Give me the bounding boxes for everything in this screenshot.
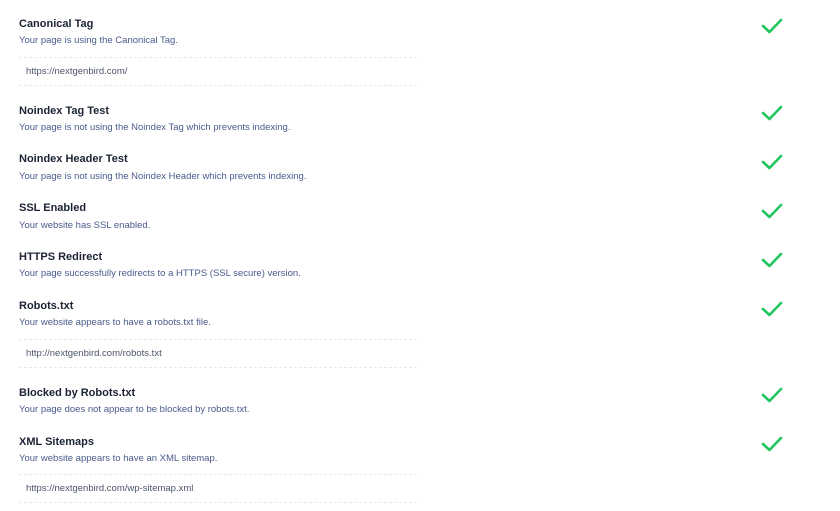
check-description: Your website has SSL enabled. [19,220,151,231]
check-title: Blocked by Robots.txt [19,387,136,399]
check-url-box: http://nextgenbird.com/robots.txt [19,339,417,368]
check-icon [760,201,784,221]
check-title: HTTPS Redirect [19,251,103,263]
check-title: Canonical Tag [19,18,94,30]
check-url-box: https://nextgenbird.com/ [19,57,417,86]
check-url: https://nextgenbird.com/wp-sitemap.xml [26,483,194,494]
check-url: http://nextgenbird.com/robots.txt [26,348,162,359]
check-icon [760,16,784,36]
check-url: https://nextgenbird.com/ [26,66,128,77]
check-icon [760,250,784,270]
check-description: Your website appears to have an XML site… [19,453,218,464]
check-icon [760,103,784,123]
check-description: Your page is not using the Noindex Heade… [19,171,307,182]
seo-checks-panel: Canonical Tag Your page is using the Can… [0,0,840,511]
check-title: Robots.txt [19,300,74,312]
check-description: Your page successfully redirects to a HT… [19,268,301,279]
check-title: XML Sitemaps [19,436,94,448]
check-icon [760,385,784,405]
check-title: SSL Enabled [19,202,87,214]
check-icon [760,299,784,319]
check-title: Noindex Header Test [19,153,128,165]
check-icon [760,152,784,172]
check-description: Your website appears to have a robots.tx… [19,317,211,328]
check-icon [760,434,784,454]
check-description: Your page is not using the Noindex Tag w… [19,122,291,133]
check-title: Noindex Tag Test [19,105,110,117]
check-url-box: https://nextgenbird.com/wp-sitemap.xml [19,474,417,503]
check-description: Your page is using the Canonical Tag. [19,35,178,46]
check-description: Your page does not appear to be blocked … [19,404,250,415]
